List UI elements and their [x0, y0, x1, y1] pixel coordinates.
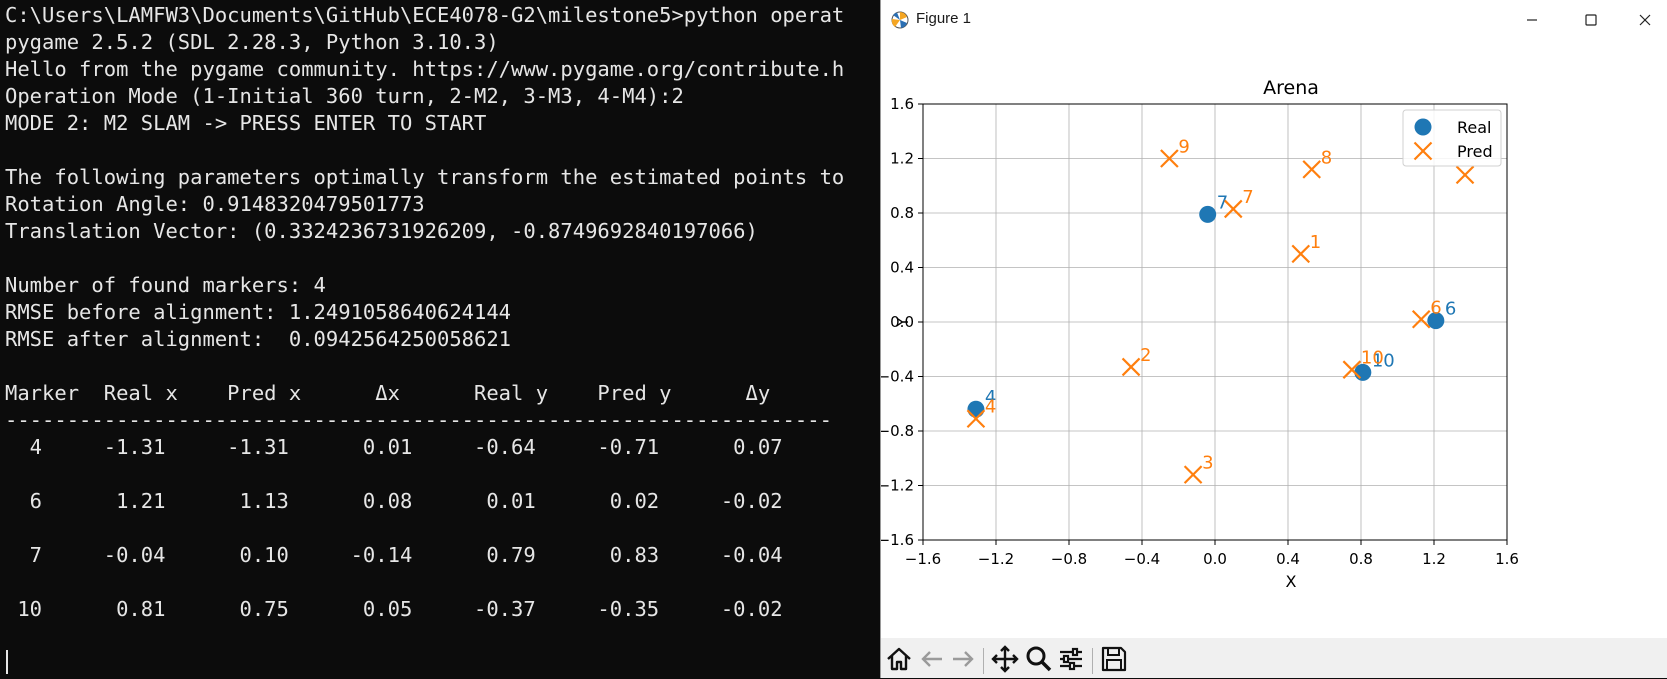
back-button[interactable] [917, 644, 947, 674]
pred-point-label: 1 [1310, 232, 1321, 253]
pan-button[interactable] [990, 644, 1020, 674]
close-icon [1639, 14, 1651, 26]
legend: Real Pred [1402, 109, 1502, 167]
pred-point-label: 9 [1178, 137, 1189, 158]
home-icon [887, 647, 911, 671]
terminal-cursor [6, 650, 8, 674]
window-title: Figure 1 [916, 10, 972, 27]
terminal-line: ----------------------------------------… [5, 408, 832, 432]
pred-point-label: 6 [1430, 297, 1441, 318]
matplotlib-icon [891, 11, 909, 29]
plot-background [881, 40, 1666, 638]
pred-point-label: 4 [985, 397, 996, 418]
zoom-button[interactable] [1024, 644, 1054, 674]
y-tick-label: 1.2 [890, 150, 914, 168]
y-axis-label: Y [893, 317, 912, 328]
legend-real-marker [1414, 118, 1432, 136]
forward-arrow-icon [953, 651, 974, 667]
minimize-icon [1527, 19, 1537, 21]
y-tick-label: −1.6 [881, 531, 914, 549]
x-tick-label: −0.4 [1124, 550, 1160, 568]
terminal-line: pygame 2.5.2 (SDL 2.28.3, Python 3.10.3) [5, 30, 499, 54]
terminal-line: 4 -1.31 -1.31 0.01 -0.64 -0.71 0.07 [5, 435, 783, 459]
real-marker-point [1199, 205, 1217, 223]
arena-chart[interactable]: −1.6 −1.2 −0.8 −0.4 0.0 0.4 0.8 1.2 1.6 −1.6 −1.2 −… [881, 40, 1666, 638]
save-button[interactable] [1099, 644, 1129, 674]
y-tick-label: −1.2 [881, 477, 914, 495]
save-icon [1101, 646, 1127, 672]
x-tick-label: 0.8 [1349, 550, 1373, 568]
pred-point-label: 8 [1321, 147, 1332, 168]
x-tick-label: 1.6 [1495, 550, 1519, 568]
x-axis-label: X [1286, 572, 1297, 591]
x-tick-label: 0.4 [1276, 550, 1300, 568]
y-tick-label: −0.8 [881, 422, 914, 440]
legend-label: Pred [1457, 142, 1493, 161]
terminal-window[interactable]: C:\Users\LAMFW3\Documents\GitHub\ECE4078… [0, 0, 880, 678]
y-tick-label: 0.4 [890, 259, 914, 277]
pred-point-label: 7 [1242, 187, 1253, 208]
x-tick-label: −0.8 [1051, 550, 1087, 568]
terminal-line: RMSE before alignment: 1.249105864062414… [5, 300, 512, 324]
toolbar-separator [983, 648, 984, 674]
forward-button[interactable] [948, 644, 978, 674]
home-button[interactable] [884, 644, 914, 674]
close-button[interactable] [1622, 4, 1667, 36]
real-point-label: 6 [1445, 299, 1456, 320]
maximize-icon [1585, 14, 1597, 26]
maximize-button[interactable] [1568, 4, 1614, 36]
x-tick-label: 0.0 [1203, 550, 1227, 568]
terminal-line: RMSE after alignment: 0.0942564250058621 [5, 327, 512, 351]
real-marker-point [967, 400, 985, 418]
x-tick-label: −1.6 [905, 550, 941, 568]
chart-title: Arena [1263, 77, 1319, 99]
y-tick-label: −0.4 [881, 368, 914, 386]
terminal-line: Rotation Angle: 0.9148320479501773 [5, 192, 425, 216]
terminal-line: 7 -0.04 0.10 -0.14 0.79 0.83 -0.04 [5, 543, 783, 567]
y-tick-label: 1.6 [890, 95, 914, 113]
zoom-icon [1026, 646, 1052, 672]
terminal-output: C:\Users\LAMFW3\Documents\GitHub\ECE4078… [5, 2, 844, 623]
terminal-line: Translation Vector: (0.3324236731926209,… [5, 219, 758, 243]
terminal-line: C:\Users\LAMFW3\Documents\GitHub\ECE4078… [5, 3, 845, 27]
terminal-line: Marker Real x Pred x Δx Real y Pred y Δy [5, 381, 771, 405]
x-tick-label: −1.2 [978, 550, 1014, 568]
terminal-line: Hello from the pygame community. https:/… [5, 57, 845, 81]
y-tick-label: 0.8 [890, 204, 914, 222]
terminal-line: 6 1.21 1.13 0.08 0.01 0.02 -0.02 [5, 489, 783, 513]
configure-subplots-icon [1060, 647, 1082, 671]
title-bar[interactable]: Figure 1 [881, 0, 1667, 40]
pred-point-label: 3 [1202, 453, 1213, 474]
terminal-line: Operation Mode (1-Initial 360 turn, 2-M2… [5, 84, 684, 108]
back-arrow-icon [921, 651, 942, 667]
figure-window: Figure 1 −1.6 −1.2 −0.8 −0.4 0.0 0.4 0.8 1.2 1.6… [880, 0, 1667, 678]
pred-point-label: 10 [1361, 348, 1384, 369]
terminal-line: MODE 2: M2 SLAM -> PRESS ENTER TO START [5, 111, 487, 135]
terminal-line: 10 0.81 0.75 0.05 -0.37 -0.35 -0.02 [5, 597, 783, 621]
configure-subplots-button[interactable] [1056, 644, 1086, 674]
terminal-line: Number of found markers: 4 [5, 273, 326, 297]
pred-point-label: 2 [1140, 345, 1151, 366]
minimize-button[interactable] [1509, 4, 1555, 36]
pan-icon [991, 645, 1019, 673]
terminal-line: The following parameters optimally trans… [5, 165, 845, 189]
legend-label: Real [1457, 118, 1492, 137]
x-tick-label: 1.2 [1422, 550, 1446, 568]
toolbar-separator [1092, 648, 1093, 674]
navigation-toolbar [881, 638, 1667, 678]
